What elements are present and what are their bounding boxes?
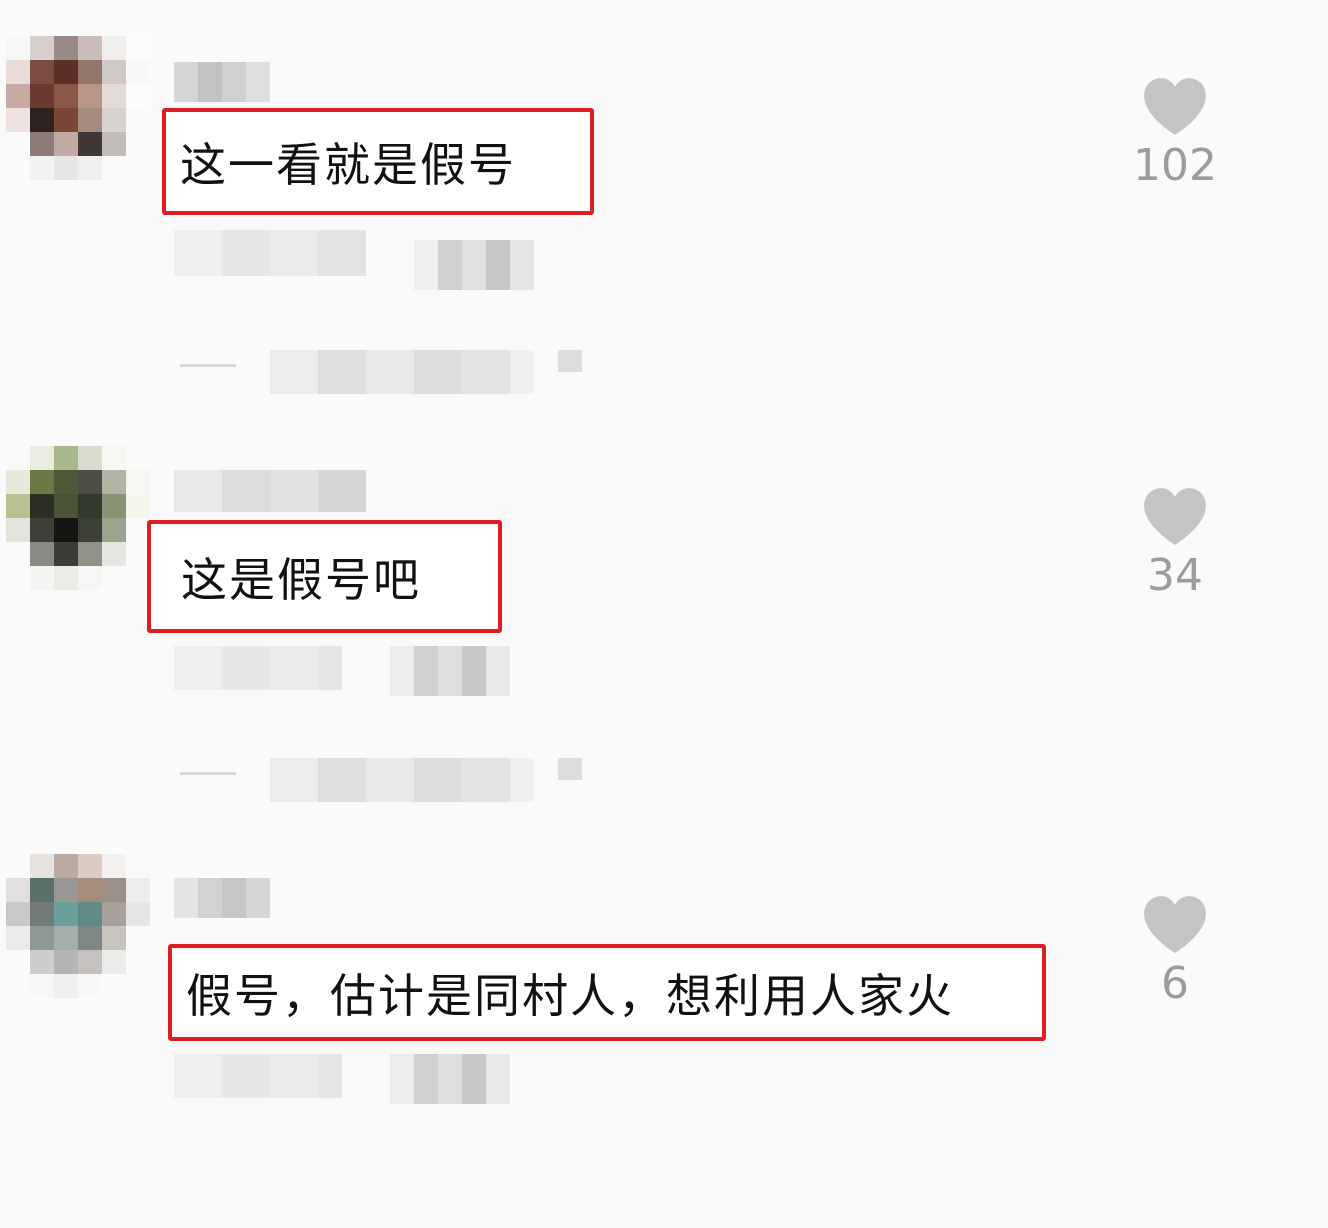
like-button[interactable]: 34 [1110,486,1240,600]
expand-replies-link[interactable] [270,350,534,394]
username[interactable] [174,878,270,918]
reply-button[interactable] [414,240,534,290]
replies-divider [180,364,236,367]
avatar[interactable] [6,446,150,590]
comment-text: 这是假号吧 [181,552,421,607]
like-button[interactable]: 6 [1110,894,1240,1008]
comment-time [174,646,342,690]
like-button[interactable]: 102 [1110,76,1240,190]
replies-divider [180,772,236,775]
reply-button[interactable] [390,646,510,696]
comment-item: 这是假号吧 34 [0,410,1328,820]
reply-button[interactable] [390,1054,510,1104]
like-count: 6 [1161,958,1189,1009]
highlighted-comment-box: 这是假号吧 [147,520,502,633]
heart-icon [1144,896,1206,953]
comment-text: 假号，估计是同村人，想利用人家火 [186,968,954,1023]
chevron-down-icon[interactable] [558,758,582,780]
like-count: 102 [1133,140,1217,191]
avatar[interactable] [6,854,150,998]
chevron-down-icon[interactable] [558,350,582,372]
comment-item: 这一看就是假号 102 [0,0,1328,410]
like-count: 34 [1147,550,1203,601]
comment-time [174,1054,342,1098]
highlighted-comment-box: 这一看就是假号 [162,108,594,215]
comment-time [174,230,366,276]
heart-icon [1144,488,1206,545]
comment-text: 这一看就是假号 [180,137,516,192]
username[interactable] [174,62,270,102]
avatar[interactable] [6,36,150,180]
heart-icon [1144,78,1206,135]
comment-item: 假号，估计是同村人，想利用人家火 6 [0,818,1328,1228]
expand-replies-link[interactable] [270,758,534,802]
highlighted-comment-box: 假号，估计是同村人，想利用人家火 [168,944,1046,1041]
username[interactable] [174,470,366,512]
